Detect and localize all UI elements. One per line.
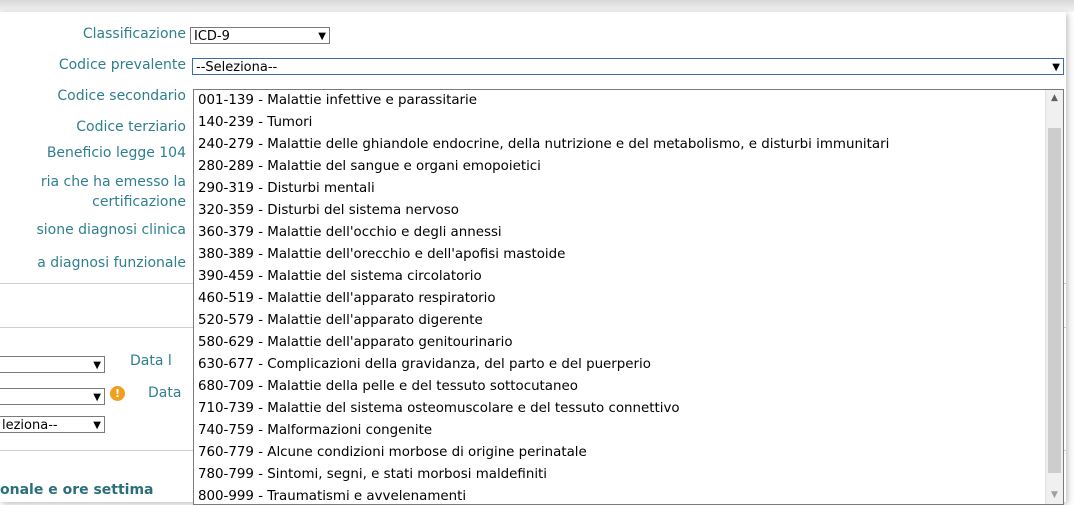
dropdown-option[interactable]: 760-779 - Alcune condizioni morbose di o… xyxy=(198,442,587,464)
label-struttura-line2: certificazione xyxy=(92,194,186,210)
chevron-down-icon: ▼ xyxy=(93,420,101,431)
dropdown-option[interactable]: 800-999 - Traumatismi e avvelenamenti xyxy=(198,486,466,504)
chevron-down-icon: ▼ xyxy=(318,31,326,42)
dropdown-option[interactable]: 390-459 - Malattie del sistema circolato… xyxy=(198,266,482,288)
chevron-down-icon: ▼ xyxy=(93,392,101,403)
codice-prevalente-value: --Seleziona-- xyxy=(196,60,278,75)
dropdown-scrollbar[interactable]: ▲ ▼ xyxy=(1045,90,1063,504)
scrollbar-thumb[interactable] xyxy=(1048,128,1061,473)
label-beneficio-104: Beneficio legge 104 xyxy=(46,145,186,161)
codice-prevalente-dropdown-list[interactable]: 001-139 - Malattie infettive e parassita… xyxy=(193,89,1064,505)
dropdown-option[interactable]: 360-379 - Malattie dell'occhio e degli a… xyxy=(198,222,502,244)
dropdown-option[interactable]: 460-519 - Malattie dell'apparato respira… xyxy=(198,288,496,310)
classificazione-value: ICD-9 xyxy=(194,29,230,44)
scroll-down-icon[interactable]: ▼ xyxy=(1046,487,1063,504)
dropdown-option[interactable]: 780-799 - Sintomi, segni, e stati morbos… xyxy=(198,464,547,486)
codice-prevalente-select[interactable]: --Seleziona-- ▼ xyxy=(192,58,1064,75)
label-data-1: Data l xyxy=(130,353,172,369)
dropdown-option[interactable]: 140-239 - Tumori xyxy=(198,112,312,134)
dropdown-option[interactable]: 320-359 - Disturbi del sistema nervoso xyxy=(198,200,459,222)
label-codice-terziario: Codice terziario xyxy=(76,119,186,135)
form-panel: Classificazione ICD-9 ▼ Codice prevalent… xyxy=(0,12,1066,505)
label-revisione-diagnosi: sione diagnosi clinica xyxy=(36,222,186,238)
dropdown-option[interactable]: 680-709 - Malattie della pelle e del tes… xyxy=(198,376,578,398)
classificazione-select[interactable]: ICD-9 ▼ xyxy=(190,27,330,44)
dropdown-option[interactable]: 740-759 - Malformazioni congenite xyxy=(198,420,432,442)
lower-select-3[interactable]: leziona-- ▼ xyxy=(0,416,105,433)
lower-select-1[interactable]: ▼ xyxy=(0,356,105,373)
label-codice-secondario: Codice secondario xyxy=(57,88,186,104)
label-struttura-line1: ria che ha emesso la xyxy=(40,174,186,190)
dropdown-option[interactable]: 580-629 - Malattie dell'apparato genitou… xyxy=(198,332,513,354)
label-data-2: Data xyxy=(148,385,182,401)
scroll-up-icon[interactable]: ▲ xyxy=(1046,90,1063,107)
chevron-down-icon: ▼ xyxy=(1052,62,1060,73)
label-diagnosi-funzionale: a diagnosi funzionale xyxy=(37,255,186,271)
dropdown-option[interactable]: 290-319 - Disturbi mentali xyxy=(198,178,375,200)
dropdown-option[interactable]: 520-579 - Malattie dell'apparato digeren… xyxy=(198,310,483,332)
section-footer-text: onale e ore settima xyxy=(0,482,154,498)
dropdown-option[interactable]: 240-279 - Malattie delle ghiandole endoc… xyxy=(198,134,889,156)
dropdown-option[interactable]: 001-139 - Malattie infettive e parassita… xyxy=(198,90,477,112)
dropdown-option[interactable]: 630-677 - Complicazioni della gravidanza… xyxy=(198,354,651,376)
dropdown-option[interactable]: 380-389 - Malattie dell'orecchio e dell'… xyxy=(198,244,565,266)
warning-icon[interactable]: ! xyxy=(110,386,125,401)
chevron-down-icon: ▼ xyxy=(93,360,101,371)
label-classificazione: Classificazione xyxy=(82,26,186,42)
lower-select-3-value: leziona-- xyxy=(2,418,58,433)
dropdown-option[interactable]: 280-289 - Malattie del sangue e organi e… xyxy=(198,156,541,178)
dropdown-option[interactable]: 710-739 - Malattie del sistema osteomusc… xyxy=(198,398,680,420)
lower-select-2[interactable]: ▼ xyxy=(0,388,105,405)
label-codice-prevalente: Codice prevalente xyxy=(58,57,186,73)
window-top-bar xyxy=(0,0,1074,12)
